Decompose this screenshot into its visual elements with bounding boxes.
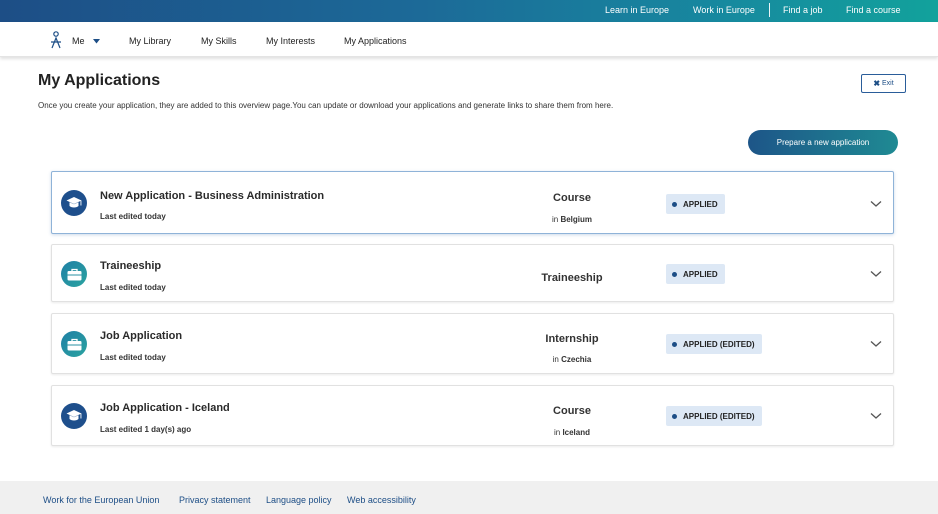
status-badge: APPLIED (EDITED) xyxy=(666,406,762,426)
nav-my-library[interactable]: My Library xyxy=(129,36,171,46)
status-badge: APPLIED xyxy=(666,264,725,284)
application-title[interactable]: Traineeship xyxy=(100,260,161,272)
briefcase-icon xyxy=(61,331,87,357)
divider xyxy=(769,3,770,17)
learn-in-europe-link[interactable]: Learn in Europe xyxy=(605,5,669,15)
exit-label: Exit xyxy=(882,80,894,87)
nav-my-applications[interactable]: My Applications xyxy=(344,36,407,46)
footer: Work for the European Union Privacy stat… xyxy=(0,481,938,514)
application-card[interactable]: Job Application Last edited today Intern… xyxy=(51,313,894,374)
footer-link-privacy[interactable]: Privacy statement xyxy=(179,495,251,505)
application-card[interactable]: New Application - Business Administratio… xyxy=(51,171,894,234)
application-location: in Iceland xyxy=(553,428,591,437)
work-in-europe-link[interactable]: Work in Europe xyxy=(693,5,755,15)
me-menu[interactable]: Me xyxy=(48,31,100,51)
application-title[interactable]: New Application - Business Administratio… xyxy=(100,190,324,202)
graduation-cap-icon xyxy=(61,190,87,216)
application-type: Course xyxy=(553,192,591,204)
exit-button[interactable]: ✖ Exit xyxy=(861,74,906,93)
chevron-down-icon[interactable] xyxy=(870,200,882,208)
footer-link-work-for-eu[interactable]: Work for the European Union xyxy=(43,495,159,505)
footer-link-web-accessibility[interactable]: Web accessibility xyxy=(347,495,416,505)
application-type: Traineeship xyxy=(541,272,603,284)
prepare-new-application-button[interactable]: Prepare a new application xyxy=(748,130,898,155)
application-title[interactable]: Job Application xyxy=(100,330,182,342)
application-card[interactable]: Job Application - Iceland Last edited 1 … xyxy=(51,385,894,446)
application-title[interactable]: Job Application - Iceland xyxy=(100,402,230,414)
last-edited: Last edited today xyxy=(100,353,166,362)
status-badge: APPLIED xyxy=(666,194,725,214)
nav-my-skills[interactable]: My Skills xyxy=(201,36,237,46)
page-description: Once you create your application, they a… xyxy=(38,101,614,110)
find-a-course-link[interactable]: Find a course xyxy=(846,5,901,15)
close-icon: ✖ xyxy=(873,79,881,88)
person-icon xyxy=(48,31,64,51)
chevron-down-icon[interactable] xyxy=(870,340,882,348)
application-type: Course xyxy=(553,405,591,417)
chevron-down-icon[interactable] xyxy=(870,412,882,420)
top-bar: Learn in Europe Work in Europe Find a jo… xyxy=(0,0,938,22)
application-type: Internship xyxy=(545,333,599,345)
status-badge: APPLIED (EDITED) xyxy=(666,334,762,354)
last-edited: Last edited 1 day(s) ago xyxy=(100,425,192,434)
last-edited: Last edited today xyxy=(100,212,166,221)
caret-down-icon xyxy=(92,36,100,46)
chevron-down-icon[interactable] xyxy=(870,270,882,278)
graduation-cap-icon xyxy=(61,403,87,429)
me-label: Me xyxy=(72,36,85,46)
main-nav: Me My Library My Skills My Interests My … xyxy=(0,22,938,57)
application-location: in Belgium xyxy=(551,215,593,224)
briefcase-icon xyxy=(61,261,87,287)
footer-link-language-policy[interactable]: Language policy xyxy=(266,495,332,505)
application-card[interactable]: Traineeship Last edited today Traineeshi… xyxy=(51,244,894,302)
find-a-job-link[interactable]: Find a job xyxy=(783,5,823,15)
page-title: My Applications xyxy=(38,72,161,89)
nav-my-interests[interactable]: My Interests xyxy=(266,36,315,46)
application-location: in Czechia xyxy=(552,355,592,364)
last-edited: Last edited today xyxy=(100,283,166,292)
